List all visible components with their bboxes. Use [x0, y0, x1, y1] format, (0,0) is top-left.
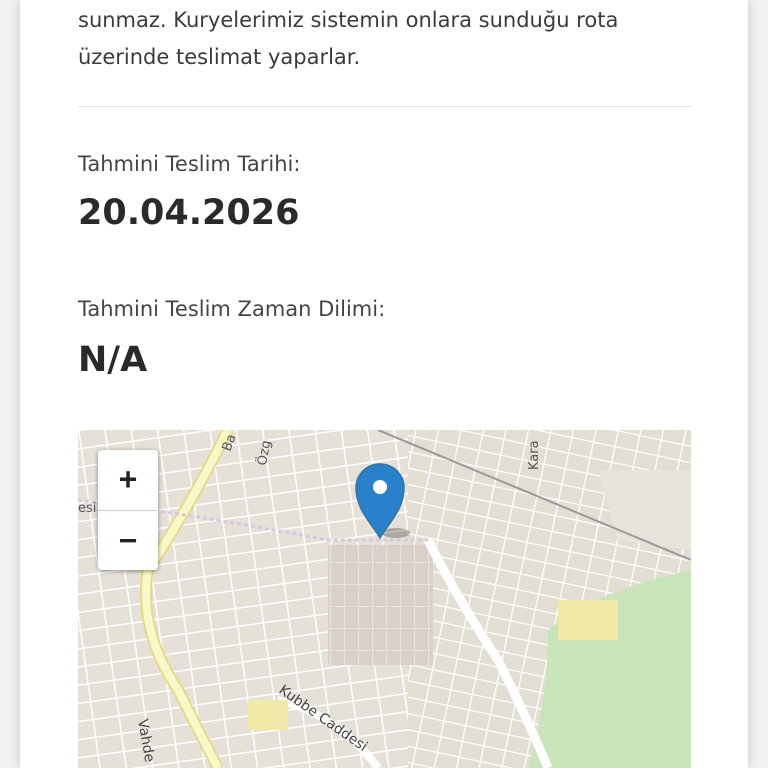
street-label-kara: Kara — [527, 440, 542, 470]
map-building-block — [328, 545, 433, 665]
delivery-info-text: sunmaz. Kuryelerimiz sistemin onlara sun… — [78, 8, 619, 69]
estimated-slot-value: N/A — [78, 340, 148, 380]
map-zoom-control: + − — [98, 450, 158, 570]
delivery-card: sunmaz. Kuryelerimiz sistemin onlara sun… — [20, 0, 748, 768]
map-pin-dot — [373, 480, 387, 494]
delivery-map[interactable]: Ba Özg Kara esi Kubbe Caddesi Vahde + − — [78, 430, 691, 768]
zoom-out-button[interactable]: − — [98, 511, 158, 570]
estimated-slot-label: Tahmini Teslim Zaman Dilimi: — [78, 297, 386, 321]
estimated-date-value: 20.04.2026 — [78, 193, 300, 233]
street-label-esi: esi — [78, 501, 96, 516]
map-landmark-area — [248, 700, 288, 730]
map-school-area — [558, 600, 618, 640]
estimated-date-label: Tahmini Teslim Tarihi: — [78, 152, 301, 176]
section-divider — [78, 106, 691, 107]
map-tiles[interactable]: Ba Özg Kara esi Kubbe Caddesi Vahde — [78, 430, 691, 768]
zoom-in-button[interactable]: + — [98, 450, 158, 510]
